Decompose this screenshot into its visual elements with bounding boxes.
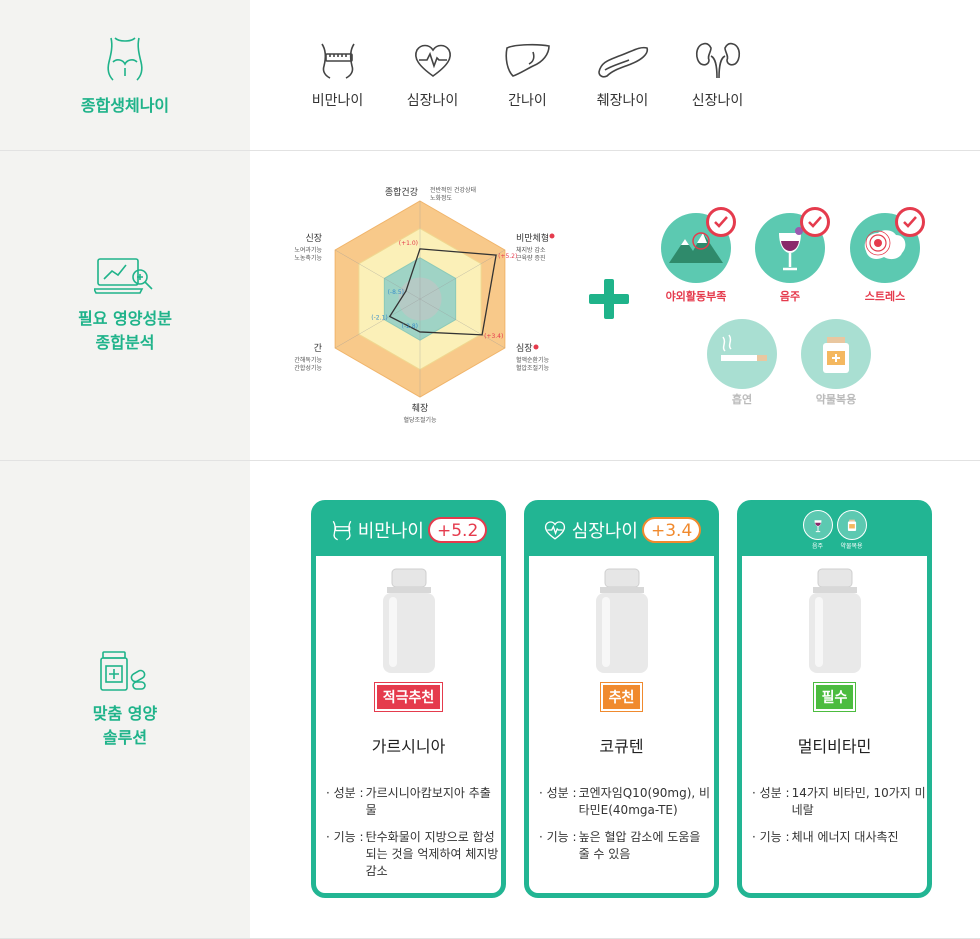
factor-label: 스트레스 [864, 290, 906, 303]
pill-box-icon [100, 650, 146, 691]
radar-alert-dot [533, 344, 539, 350]
product-name: 멀티비타민 [797, 737, 872, 756]
card-header: 비만나이 +5.2 [315, 504, 502, 556]
section-header: 종합생체나이 [0, 0, 250, 150]
organ-label: 신장나이 [691, 93, 744, 109]
section-title: 필요 영양성분 종합분석 [78, 308, 172, 352]
radar-axis-label: 간 [314, 343, 322, 354]
supplement-bottle-image [808, 568, 861, 673]
value-badge: +5.2 [427, 517, 488, 543]
organ-heart[interactable]: 심장나이 [385, 40, 480, 110]
cigarette-icon [721, 334, 767, 361]
check-icon [895, 207, 925, 237]
waist-tape-icon [332, 520, 352, 541]
factor-label: 흡연 [731, 393, 753, 406]
radar-axis-sublabel: 혈압조절기능 [516, 364, 550, 372]
check-icon [706, 207, 736, 237]
heart-pulse-icon [544, 521, 565, 540]
organ-liver[interactable]: 간나이 [480, 40, 575, 110]
organ-label: 비만나이 [311, 93, 364, 109]
organ-list: 비만나이 심장나이 간나이 췌장나이 신장나이 [290, 40, 765, 110]
radar-alert-dot [549, 233, 555, 239]
factor-label: 음주 [779, 290, 801, 303]
product-card-coq10[interactable]: 심장나이 +3.4 추천 코큐텐 · 성분 : 코엔자임Q10(90mg), 비… [524, 500, 719, 898]
head-icon-alcohol: 음주 [802, 510, 833, 550]
pill-bottle-icon [847, 519, 856, 531]
product-name: 코큐텐 [599, 737, 644, 756]
recommend-tag: 필수 [812, 682, 857, 712]
product-desc: · 성분 : 가르시니아캄보지아 추출물 · 기능 : 탄수화물이 지방으로 합… [326, 786, 499, 878]
liver-icon [504, 43, 550, 77]
organ-obesity[interactable]: 비만나이 [290, 40, 385, 110]
radar-axis-label: 종합건강 [385, 187, 418, 198]
radar-axis-label: 심장 [516, 343, 533, 354]
product-name: 가르시니아 [371, 737, 446, 756]
plus-icon [589, 279, 629, 319]
section-title: 종합생체나이 [80, 96, 170, 115]
product-desc: · 성분 : 코엔자임Q10(90mg), 비타민E(40mga-TE) · 기… [539, 786, 711, 861]
waist-tape-icon [320, 43, 355, 79]
radar-axis-sublabel: 전반적인 건강상태 [430, 186, 476, 194]
radar-value-label: (-2.8) [402, 323, 418, 330]
organ-kidney[interactable]: 신장나이 [670, 40, 765, 110]
wine-glass-icon [814, 520, 821, 533]
radar-axis-sublabel: 체지방 감소 [516, 246, 546, 254]
radar-axis-sublabel: 노농축기능 [294, 254, 322, 262]
kidney-icon [695, 42, 740, 79]
radar-axis-label: 췌장 [412, 403, 429, 414]
section-body-age: 종합생체나이 비만나이 심장나이 간나이 췌장나이 신장나이 [0, 0, 980, 151]
card-header: 음주 약물복용 [741, 504, 928, 556]
section-nutrient-analysis: 필요 영양성분 종합분석 (+1.0) (+5.2) (+3.4) (-2.8) (-2… [0, 151, 980, 461]
radar-axis-label: 신장 [305, 233, 322, 244]
factor-label: 야외활동부족 [665, 290, 727, 303]
radar-value-label: (+5.2) [498, 253, 517, 260]
heart-pulse-icon [414, 44, 451, 77]
body-torso-icon [107, 37, 143, 81]
section-header: 필요 영양성분 종합분석 [0, 151, 250, 460]
radar-axis-sublabel: 간해독기능 [294, 356, 322, 364]
recommend-tag: 추천 [599, 682, 644, 712]
card-header: 심장나이 +3.4 [528, 504, 715, 556]
supplement-bottle-image [382, 568, 435, 673]
pill-bottle-icon [823, 337, 849, 373]
laptop-analysis-icon [94, 257, 153, 294]
section-header: 맞춤 영양 솔루션 [0, 461, 250, 938]
radar-axis-sublabel: 간합성기능 [294, 364, 322, 372]
product-card-multivitamin[interactable]: 음주 약물복용 필수 멀티비타민 · 성분 : 14가지 비타민, 10가지 미… [737, 500, 932, 898]
radar-axis-sublabel: 노화정도 [430, 195, 453, 202]
check-icon [800, 207, 830, 237]
organ-label: 췌장나이 [596, 93, 649, 109]
radar-axis-sublabel: 근육량 증진 [516, 254, 546, 262]
value-badge: +3.4 [641, 517, 702, 543]
section-title: 맞춤 영양 솔루션 [92, 703, 158, 747]
product-card-garcinia[interactable]: 비만나이 +5.2 적극추천 가르시니아 · 성분 : 가르시니아캄보지아 추출… [311, 500, 506, 898]
factor-label: 약물복용 [815, 393, 857, 406]
organ-label: 간나이 [508, 93, 547, 109]
organ-label: 심장나이 [406, 93, 459, 109]
head-icon-medication: 약물복용 [836, 510, 867, 550]
product-desc: · 성분 : 14가지 비타민, 10가지 미네랄 · 기능 : 체내 에너지 … [752, 786, 926, 844]
radar-axis-sublabel: 혈액순환기능 [516, 356, 550, 364]
radar-value-label: (-2.1) [371, 314, 387, 321]
radar-value-label: (+1.0) [399, 240, 418, 247]
radar-value-label: (+3.4) [484, 333, 503, 340]
supplement-bottle-image [595, 568, 648, 673]
recommend-tag: 적극추천 [373, 682, 444, 712]
radar-axis-sublabel: 혈당조절기능 [403, 416, 437, 424]
radar-value-label: (-8.5) [388, 289, 404, 296]
pancreas-icon [597, 46, 648, 78]
organ-pancreas[interactable]: 췌장나이 [575, 40, 670, 110]
radar-chart: (+1.0) (+5.2) (+3.4) (-2.8) (-2.1) (-8.5) 종합건강… [294, 186, 555, 424]
radar-axis-label: 비만체형 [516, 233, 549, 244]
radar-axis-sublabel: 노여과기능 [294, 246, 322, 254]
